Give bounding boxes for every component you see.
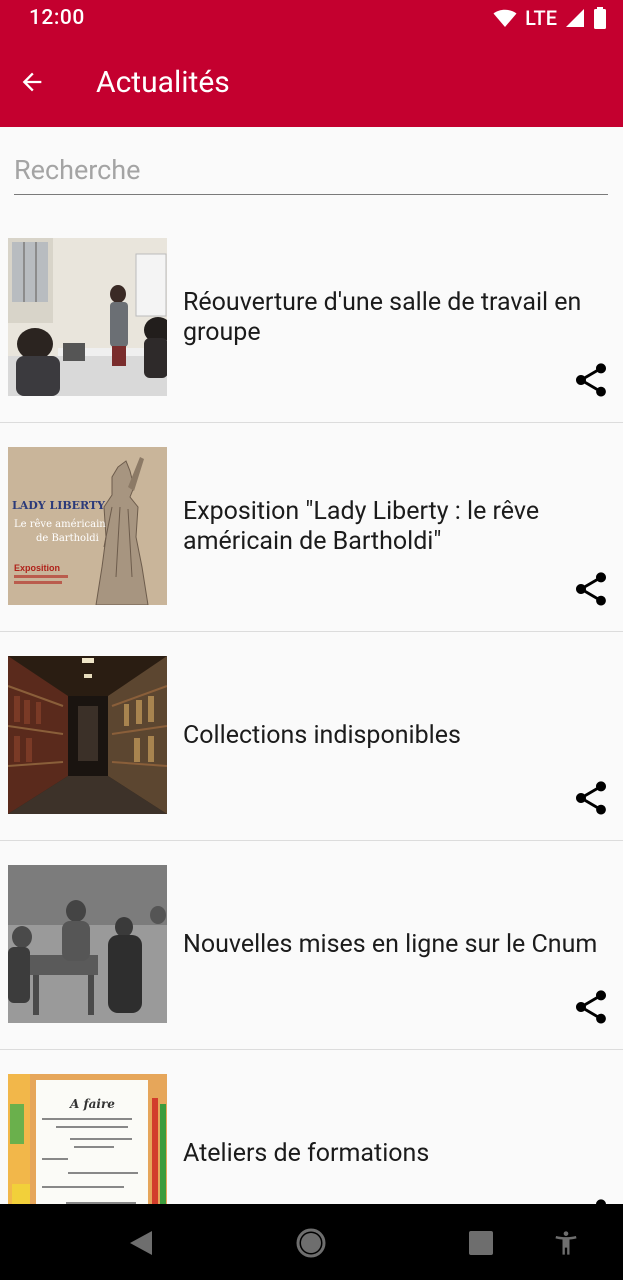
poster-label: Exposition (14, 563, 60, 573)
share-icon (576, 363, 606, 397)
nav-back-button[interactable] (123, 1225, 159, 1261)
news-thumbnail (8, 865, 167, 1023)
status-time: 12:00 (29, 6, 85, 30)
share-button[interactable] (571, 569, 611, 609)
status-bar: 12:00 LTE (0, 0, 623, 38)
accessibility-button[interactable] (548, 1225, 584, 1261)
search-field (14, 150, 608, 195)
poster-line-2: de Bartholdi (36, 533, 99, 544)
news-thumbnail (8, 238, 167, 396)
share-icon (576, 990, 606, 1024)
accessibility-icon (555, 1231, 577, 1255)
nav-back-icon (130, 1231, 152, 1255)
app-bar: Actualités (0, 38, 623, 127)
list-item[interactable]: Nouvelles mises en ligne sur le Cnum (0, 841, 623, 1050)
page-title: Actualités (96, 65, 230, 100)
network-type: LTE (525, 6, 557, 30)
arrow-back-icon (22, 72, 42, 92)
signal-icon (566, 9, 584, 27)
news-list: Réouverture d'une salle de travail en gr… (0, 214, 623, 1259)
nav-home-button[interactable] (293, 1225, 329, 1261)
list-item[interactable]: Collections indisponibles (0, 632, 623, 841)
news-thumbnail: LADY LIBERTY Le rêve américain de Bartho… (8, 447, 167, 605)
news-title: Réouverture d'une salle de travail en gr… (183, 288, 582, 347)
news-thumbnail (8, 656, 167, 814)
poster-line-1: Le rêve américain (14, 519, 106, 530)
battery-icon (594, 7, 606, 29)
share-button[interactable] (571, 778, 611, 818)
nav-home-icon (296, 1228, 326, 1258)
system-nav-bar (0, 1204, 623, 1280)
poster-heading: LADY LIBERTY (12, 499, 105, 512)
list-item[interactable]: LADY LIBERTY Le rêve américain de Bartho… (0, 423, 623, 632)
status-icons: LTE (493, 6, 607, 30)
share-button[interactable] (571, 987, 611, 1027)
share-icon (576, 572, 606, 606)
share-button[interactable] (571, 360, 611, 400)
news-title: Nouvelles mises en ligne sur le Cnum (183, 930, 598, 959)
wifi-icon (493, 9, 517, 27)
list-item[interactable]: Réouverture d'une salle de travail en gr… (0, 214, 623, 423)
share-icon (576, 781, 606, 815)
nav-recents-icon (469, 1231, 493, 1255)
note-heading: A faire (69, 1097, 115, 1111)
news-title: Collections indisponibles (183, 721, 461, 750)
search-input[interactable] (14, 150, 608, 190)
back-button[interactable] (14, 64, 50, 100)
nav-recents-button[interactable] (463, 1225, 499, 1261)
news-title: Exposition "Lady Liberty : le rêve améri… (183, 497, 540, 556)
